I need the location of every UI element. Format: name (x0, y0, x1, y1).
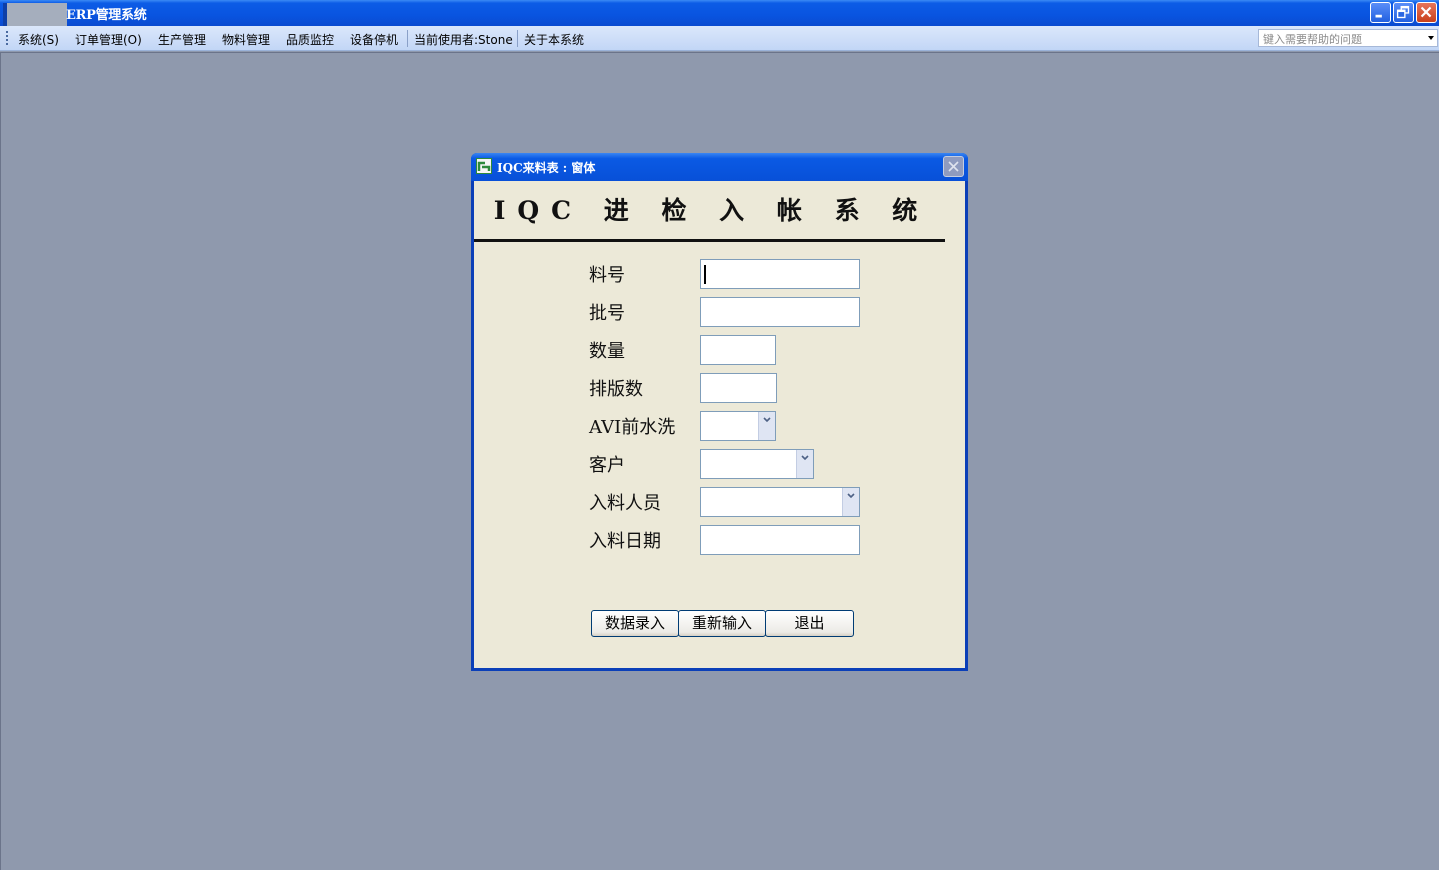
part-no-input[interactable] (700, 259, 860, 289)
combo-dropdown-button[interactable] (842, 488, 859, 516)
combo-dropdown-button[interactable] (758, 412, 775, 440)
receive-date-input[interactable] (700, 525, 860, 555)
form-icon (476, 158, 492, 174)
batch-no-input[interactable] (700, 297, 860, 327)
menu-separator (517, 30, 518, 47)
label-part-no: 料号 (589, 265, 625, 286)
menu-downtime[interactable]: 设备停机 (350, 31, 398, 48)
help-placeholder: 键入需要帮助的问题 (1263, 33, 1362, 46)
menu-quality[interactable]: 品质监控 (286, 31, 334, 48)
customer-combo[interactable] (700, 449, 814, 479)
menu-orders[interactable]: 订单管理(O) (75, 31, 142, 48)
exit-button[interactable]: 退出 (765, 610, 854, 637)
reset-button[interactable]: 重新输入 (678, 610, 766, 637)
avi-prewash-combo[interactable] (700, 411, 776, 441)
chevron-down-icon (847, 493, 855, 499)
app-title: ERP管理系统 (66, 8, 147, 23)
chevron-down-icon (763, 417, 771, 423)
close-button[interactable] (1416, 2, 1437, 23)
menu-materials[interactable]: 物料管理 (222, 31, 270, 48)
minimize-button[interactable] (1370, 2, 1391, 23)
label-quantity: 数量 (589, 341, 625, 362)
iqc-dialog: IQC来料表 : 窗体 IQC 进 检 入 帐 系 统 料号 批号 数量 排版数… (471, 153, 968, 671)
menu-production[interactable]: 生产管理 (158, 31, 206, 48)
heading-divider (474, 239, 945, 242)
text-caret (704, 265, 706, 284)
chevron-down-icon (801, 455, 809, 461)
receiver-combo[interactable] (700, 487, 860, 517)
dialog-title: IQC来料表 : 窗体 (497, 161, 596, 175)
label-panel-count: 排版数 (589, 379, 643, 400)
close-icon (1420, 6, 1432, 18)
app-titlebar: ERP管理系统 (0, 0, 1439, 27)
label-batch-no: 批号 (589, 303, 625, 324)
menu-system[interactable]: 系统(S) (18, 31, 59, 48)
label-receive-date: 入料日期 (589, 531, 661, 552)
dialog-body: IQC 进 检 入 帐 系 统 料号 批号 数量 排版数 AVI前水洗 客户 入… (474, 181, 965, 668)
close-icon (948, 161, 959, 172)
app-icon (3, 3, 67, 27)
combo-dropdown-button[interactable] (796, 450, 813, 478)
quantity-input[interactable] (700, 335, 776, 365)
label-customer: 客户 (589, 455, 625, 476)
label-avi-prewash: AVI前水洗 (589, 417, 676, 438)
help-search-box[interactable]: 键入需要帮助的问题 (1258, 29, 1438, 47)
chevron-down-icon[interactable] (1428, 36, 1434, 40)
restore-icon (1396, 5, 1410, 19)
panel-count-input[interactable] (700, 373, 777, 403)
dialog-close-button[interactable] (943, 156, 964, 177)
menu-grip-handle[interactable] (6, 31, 8, 46)
menu-about[interactable]: 关于本系统 (524, 31, 584, 48)
menu-current-user: 当前使用者:Stone (414, 33, 513, 47)
restore-button[interactable] (1393, 2, 1414, 23)
label-receiver: 入料人员 (589, 493, 661, 514)
menu-separator (407, 30, 408, 47)
dialog-titlebar[interactable]: IQC来料表 : 窗体 (471, 153, 968, 181)
data-entry-button[interactable]: 数据录入 (591, 610, 679, 637)
minimize-icon (1375, 14, 1382, 18)
menubar: 系统(S) 订单管理(O) 生产管理 物料管理 品质监控 设备停机 当前使用者:… (0, 26, 1439, 51)
form-heading: IQC 进 检 入 帐 系 统 (493, 196, 930, 225)
